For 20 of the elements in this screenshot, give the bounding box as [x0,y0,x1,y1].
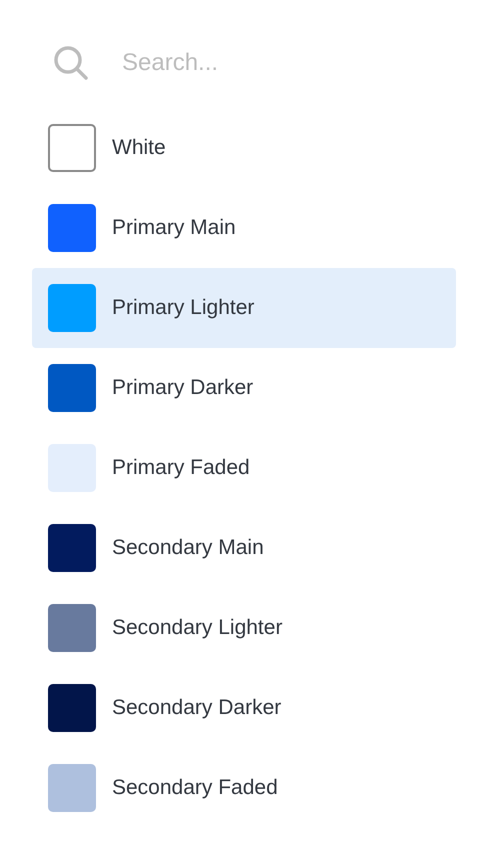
search-field[interactable]: Search... [122,49,402,77]
color-option[interactable]: Primary Lighter [32,268,456,348]
color-name: White [112,136,166,160]
color-name: Primary Lighter [112,296,254,320]
color-name: Secondary Main [112,536,264,560]
color-name: Secondary Faded [112,776,278,800]
color-option[interactable]: Secondary Main [32,508,456,588]
color-name: Primary Main [112,216,236,240]
color-option[interactable]: Secondary Faded [32,748,456,828]
color-option[interactable]: Primary Main [32,188,456,268]
color-name: Secondary Darker [112,696,282,720]
search-icon [52,44,90,82]
color-option[interactable]: White [32,108,456,188]
color-option[interactable]: Primary Faded [32,428,456,508]
color-option[interactable]: Primary Darker [32,348,456,428]
color-name: Secondary Lighter [112,616,282,640]
color-option[interactable]: Secondary Darker [32,668,456,748]
color-name: Primary Darker [112,376,254,400]
color-name: Primary Faded [112,456,250,480]
color-option[interactable]: Secondary Lighter [32,588,456,668]
